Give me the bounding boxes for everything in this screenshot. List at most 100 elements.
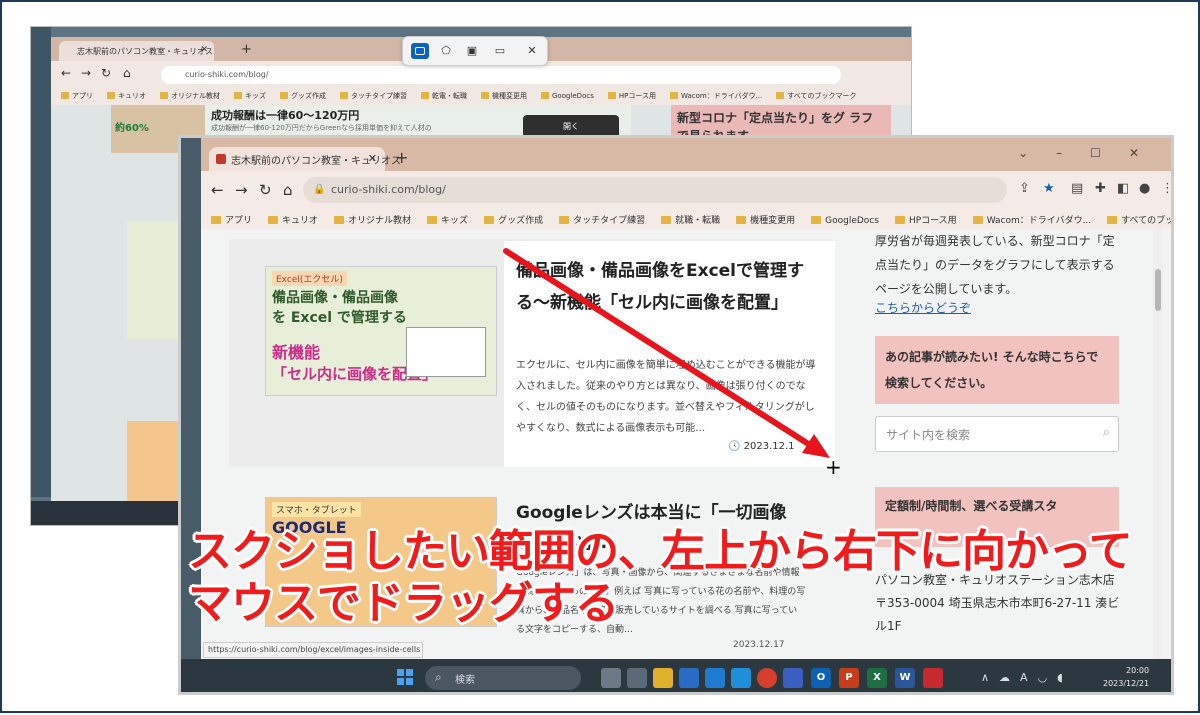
extensions-icon[interactable]: ✚ [1095, 181, 1106, 196]
front-bookmark-item[interactable]: GoogleDocs [811, 216, 879, 226]
back-bookmark-item[interactable]: Wacom：ドライバダウ... [670, 92, 762, 100]
close-icon[interactable]: ✕ [523, 43, 541, 59]
taskbar-search[interactable]: ⌕ 検索 [425, 666, 581, 690]
front-bookmark-item[interactable]: キュリオ [268, 216, 318, 226]
forward-arrow-icon[interactable]: → [81, 66, 91, 80]
front-bookmark-item[interactable]: 就職・転職 [661, 216, 720, 226]
front-bookmark-item[interactable]: グッズ作成 [484, 216, 543, 226]
folder-icon [211, 216, 221, 224]
window-controls[interactable]: ⌄–☐✕ [1018, 146, 1167, 160]
bookmark-label: オリジナル教材 [171, 92, 220, 100]
back-bookmark-item[interactable]: グッズ作成 [280, 92, 326, 100]
bookmark-label: HPコース用 [908, 216, 957, 226]
folder-icon [481, 92, 489, 99]
app-mail-icon[interactable] [705, 668, 725, 688]
ad-percent: 約60% [115, 123, 149, 134]
back-bookmark-item[interactable]: HPコース用 [607, 92, 656, 100]
browser-tab[interactable]: 志木駅前のパソコン教室・キュリオス ✕ [209, 147, 401, 171]
app-powerpoint-icon[interactable]: P [839, 668, 859, 688]
article-title[interactable]: 備品画像・備品画像をExcelで管理する～新機能「セル内に画像を配置」 [516, 255, 816, 319]
bookmark-label: キッズ [245, 92, 266, 100]
back-bookmark-item[interactable]: キュリオ [107, 92, 146, 100]
app-other-icon[interactable] [923, 668, 943, 688]
crosshair-cursor-icon: + [825, 455, 842, 479]
front-bookmark-item[interactable]: 機種変更用 [736, 216, 795, 226]
app-explorer-icon[interactable] [653, 668, 673, 688]
sidebar-link[interactable]: こちらからどうぞ [875, 299, 971, 316]
home-icon[interactable]: ⌂ [283, 181, 293, 199]
bookmark-label: キッズ [441, 216, 469, 226]
back-arrow-icon[interactable]: ← [61, 66, 71, 80]
home-icon[interactable]: ⌂ [123, 66, 131, 80]
search-icon[interactable]: ⌕ [1103, 425, 1110, 440]
folder-icon [421, 92, 429, 99]
app-excel-icon[interactable]: X [867, 668, 887, 688]
app-store-icon[interactable] [679, 668, 699, 688]
folder-icon [736, 216, 747, 224]
image-frame: 志木駅前のパソコン教室・キュリオス ✕ + ← → ↻ ⌂ curio-shik… [0, 0, 1200, 713]
back-bookmark-item[interactable]: アプリ [61, 92, 93, 100]
rectangle-mode-button[interactable] [411, 43, 429, 59]
address-bar: ← → ↻ ⌂ 🔒 curio-shiki.com/blog/ ⇪ ★ ▤ ✚ … [201, 171, 1171, 209]
sidepanel-icon[interactable]: ◧ [1117, 181, 1129, 196]
app-outlook-icon[interactable]: O [811, 668, 831, 688]
back-browser-tab[interactable]: 志木駅前のパソコン教室・キュリオス ✕ [59, 41, 214, 61]
freeform-mode-icon[interactable]: ⬠ [437, 43, 455, 59]
front-bookmark-item[interactable]: Wacom：ドライバダウ... [972, 216, 1091, 226]
app-taskview-icon[interactable] [627, 668, 647, 688]
close-icon[interactable]: ✕ [200, 45, 208, 55]
selection-region[interactable]: 備品画像・備品画像をExcelで管理する～新機能「セル内に画像を配置」 エクセル… [504, 241, 835, 467]
url-field[interactable]: 🔒 curio-shiki.com/blog/ [303, 177, 1007, 203]
back-bookmark-item[interactable]: 機種変更用 [481, 92, 527, 100]
cast-icon[interactable]: ▤ [1071, 181, 1083, 196]
app-word-icon[interactable]: W [895, 668, 915, 688]
back-bookmark-item[interactable]: キッズ [234, 92, 266, 100]
new-tab-icon[interactable]: + [395, 148, 408, 167]
front-bookmark-item[interactable]: オリジナル教材 [334, 216, 411, 226]
new-tab-icon[interactable]: + [241, 42, 252, 57]
forward-arrow-icon[interactable]: → [235, 181, 248, 199]
folder-icon [160, 92, 168, 99]
scrollbar-thumb[interactable] [1155, 269, 1161, 311]
reload-icon[interactable]: ↻ [259, 181, 272, 199]
front-bookmark-item[interactable]: アプリ [211, 216, 252, 226]
folder-icon [268, 216, 279, 224]
app-chrome-icon[interactable] [757, 668, 777, 688]
front-bookmark-item[interactable]: すべてのブックマーク [1107, 216, 1171, 226]
app-settings-icon[interactable] [783, 668, 803, 688]
front-bookmark-item[interactable]: HPコース用 [894, 216, 957, 226]
back-bookmark-item[interactable]: オリジナル教材 [160, 92, 220, 100]
search-placeholder: サイト内を検索 [886, 428, 971, 442]
article-thumbnail-excel[interactable]: Excel(エクセル) 備品画像・備品画像 を Excel で管理する 新機能 … [265, 266, 497, 396]
back-url-field[interactable]: curio-shiki.com/blog/ [161, 66, 841, 84]
lock-icon[interactable]: 🔒 [313, 184, 325, 195]
avatar[interactable]: ● [1139, 181, 1150, 196]
close-icon[interactable]: ✕ [368, 152, 377, 165]
back-arrow-icon[interactable]: ← [211, 181, 224, 199]
folder-icon [972, 216, 983, 224]
app-copilot-icon[interactable] [601, 668, 621, 688]
fullscreen-mode-icon[interactable]: ▭ [491, 43, 509, 59]
system-tray[interactable]: ∧☁A◡◖ [981, 671, 1073, 684]
front-bookmark-item[interactable]: タッチタイプ練習 [559, 216, 645, 226]
back-bookmark-item[interactable]: GoogleDocs [541, 92, 594, 100]
ad-subtitle: 成功報酬が一律60-120万円だからGreenなら採用単価を抑えて人材の [211, 124, 432, 132]
back-bookmark-item[interactable]: 乾電・転職 [421, 92, 467, 100]
search-input[interactable]: サイト内を検索 ⌕ [875, 416, 1119, 452]
status-url: https://curio-shiki.com/blog/excel/image… [203, 642, 423, 658]
back-bookmark-item[interactable]: タッチタイプ練習 [340, 92, 407, 100]
taskbar-clock[interactable]: 20:00 2023/12/21 [1103, 664, 1149, 690]
front-bookmark-item[interactable]: キッズ [427, 216, 468, 226]
folder-icon [661, 216, 672, 224]
star-icon[interactable]: ★ [1043, 181, 1055, 196]
back-bookmark-item[interactable]: すべてのブックマーク [776, 92, 856, 100]
windows-start-icon[interactable] [397, 669, 413, 685]
scrollbar[interactable] [1153, 229, 1163, 659]
window-mode-icon[interactable]: ▣ [463, 43, 481, 59]
reload-icon[interactable]: ↻ [101, 66, 111, 80]
app-edge-icon[interactable] [731, 668, 751, 688]
search-icon: ⌕ [435, 670, 442, 684]
menu-icon[interactable]: ⋮ [1161, 181, 1171, 196]
article-excerpt: エクセルに、セル内に画像を簡単に埋め込むことができる機能が導入されました。従来の… [516, 360, 816, 434]
share-icon[interactable]: ⇪ [1019, 181, 1030, 196]
